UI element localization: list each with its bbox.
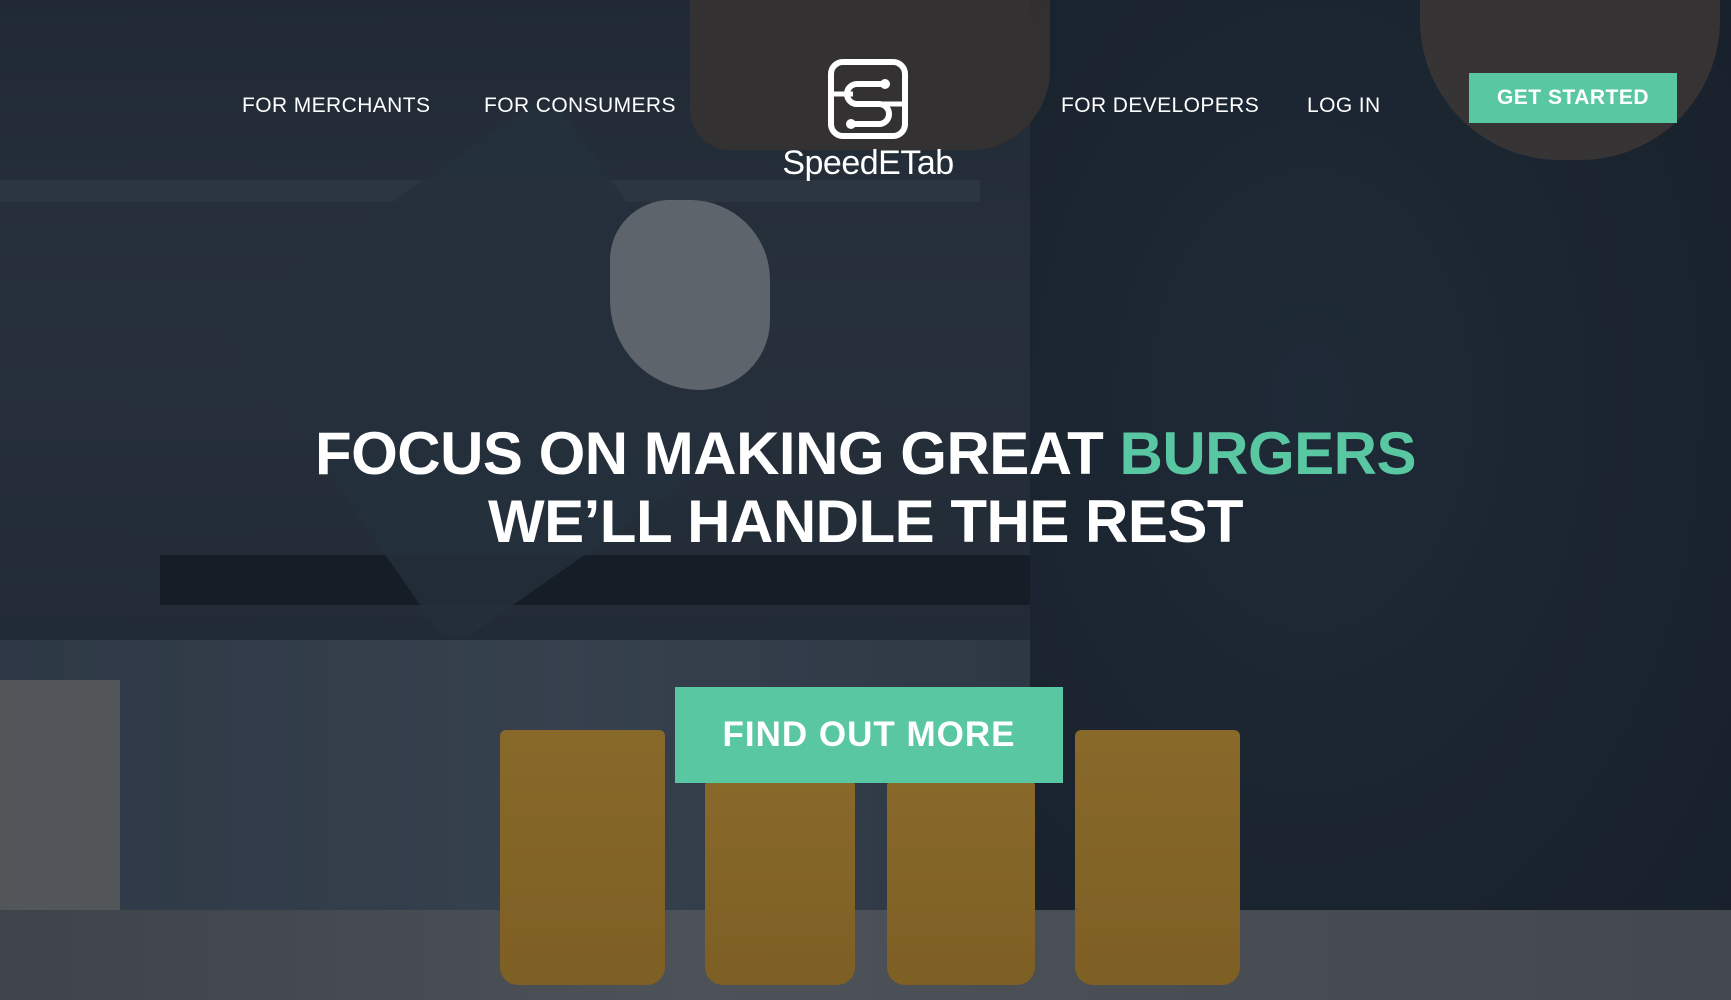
nav-link-consumers[interactable]: FOR CONSUMERS (484, 94, 676, 118)
headline-line-1-prefix: FOCUS ON MAKING GREAT (314, 420, 1104, 487)
site-logo[interactable]: SpeedETab (770, 58, 966, 183)
speedetab-logo-icon (828, 59, 908, 139)
hero-headline: FOCUS ON MAKING GREAT BURGERS WE’LL HAND… (0, 420, 1731, 556)
get-started-button[interactable]: GET STARTED (1469, 73, 1677, 123)
headline-line-2: WE’LL HANDLE THE REST (487, 488, 1244, 555)
nav-link-developers[interactable]: FOR DEVELOPERS (1061, 94, 1259, 118)
logo-wordmark: SpeedETab (782, 144, 954, 182)
hero-section: FOR MERCHANTS FOR CONSUMERS SpeedETab FO… (0, 0, 1731, 1000)
headline-accent-word: BURGERS (1119, 420, 1417, 487)
headline-line-1: FOCUS ON MAKING GREAT BURGERS (0, 420, 1731, 488)
nav-link-merchants[interactable]: FOR MERCHANTS (242, 94, 430, 118)
find-out-more-button[interactable]: FIND OUT MORE (675, 687, 1063, 783)
nav-link-login[interactable]: LOG IN (1307, 94, 1381, 118)
